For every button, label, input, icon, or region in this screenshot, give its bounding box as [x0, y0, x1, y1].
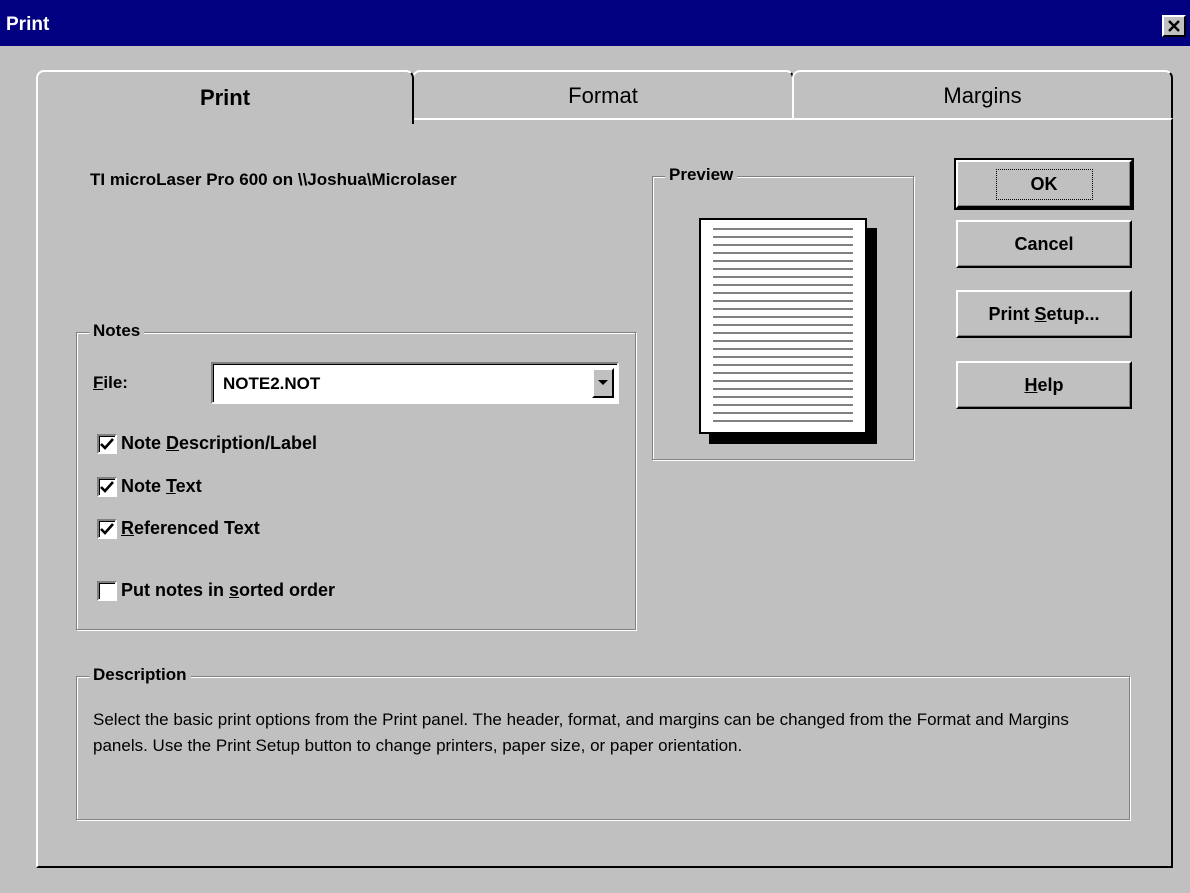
note-description-label: Note Description/Label — [121, 433, 317, 454]
page-text-lines — [713, 228, 853, 424]
cancel-button[interactable]: Cancel — [956, 220, 1132, 268]
help-button-label: Help — [1024, 375, 1063, 396]
note-description-checkbox[interactable] — [97, 433, 117, 454]
file-label-key: F — [93, 373, 104, 392]
referenced-text-checkbox[interactable] — [97, 518, 117, 539]
window-title: Print — [6, 14, 50, 35]
option-text: Put notes in — [121, 580, 229, 600]
printer-name: TI microLaser Pro 600 on \\Joshua\Microl… — [90, 170, 457, 189]
tab-print[interactable]: Print — [36, 70, 414, 124]
file-dropdown-button[interactable] — [592, 368, 614, 398]
option-text: ext — [175, 476, 202, 496]
tab-margins[interactable]: Margins — [792, 70, 1173, 120]
option-access-key: s — [229, 580, 240, 600]
print-setup-button[interactable]: Print Setup... — [956, 290, 1132, 338]
print-setup-button-label: Print Setup... — [988, 304, 1099, 325]
tab-format[interactable]: Format — [412, 70, 794, 120]
file-select[interactable]: NOTE2.NOT — [211, 362, 619, 404]
file-label-text: ile: — [103, 373, 128, 392]
tab-margins-label: Margins — [943, 83, 1022, 108]
button-access-key: S — [1034, 303, 1047, 324]
notes-group-title: Notes — [89, 321, 145, 341]
note-description-option[interactable]: Note Description/Label — [97, 433, 317, 454]
close-icon — [1168, 20, 1180, 32]
option-text: Note — [121, 433, 166, 453]
notes-group: Notes File: NOTE2.NOT Note Description/L… — [76, 321, 636, 630]
ok-button-label: OK — [995, 168, 1093, 200]
sorted-order-checkbox[interactable] — [97, 580, 117, 601]
tab-format-label: Format — [568, 83, 638, 108]
option-access-key: T — [166, 476, 176, 496]
referenced-text-option[interactable]: Referenced Text — [97, 518, 260, 539]
description-text: Select the basic print options from the … — [93, 710, 1069, 755]
option-access-key: R — [121, 518, 134, 538]
button-text: etup... — [1046, 303, 1100, 324]
option-text: escription/Label — [179, 433, 318, 453]
description-group-title: Description — [89, 665, 191, 685]
option-text: eferenced Text — [134, 518, 260, 538]
option-text: orted order — [239, 580, 336, 600]
note-text-checkbox[interactable] — [97, 476, 117, 497]
checkmark-icon — [100, 437, 114, 450]
description-group: Description Select the basic print optio… — [76, 665, 1130, 820]
checkmark-icon — [100, 522, 114, 535]
checkmark-icon — [100, 480, 114, 493]
note-text-option[interactable]: Note Text — [97, 476, 202, 497]
sorted-order-label: Put notes in sorted order — [121, 580, 335, 601]
referenced-text-label: Referenced Text — [121, 518, 260, 539]
title-bar: Print — [0, 0, 1190, 46]
close-button[interactable] — [1162, 15, 1186, 37]
tab-print-label: Print — [199, 85, 251, 110]
page-preview-image — [699, 218, 867, 434]
file-select-value: NOTE2.NOT — [223, 374, 321, 393]
sorted-order-option[interactable]: Put notes in sorted order — [97, 580, 335, 601]
note-text-label: Note Text — [121, 476, 202, 497]
option-access-key: D — [166, 433, 179, 453]
active-tab-joint — [38, 117, 411, 121]
button-text: elp — [1037, 374, 1064, 395]
button-access-key: H — [1024, 374, 1038, 395]
preview-group-title: Preview — [665, 165, 738, 185]
file-label: File: — [93, 373, 128, 393]
cancel-button-label: Cancel — [1014, 233, 1074, 254]
option-text: Note — [121, 476, 166, 496]
help-button[interactable]: Help — [956, 361, 1132, 409]
preview-group: Preview — [652, 165, 914, 460]
chevron-down-icon — [598, 380, 608, 385]
ok-button[interactable]: OK — [954, 158, 1134, 210]
button-text: Print — [988, 303, 1035, 324]
